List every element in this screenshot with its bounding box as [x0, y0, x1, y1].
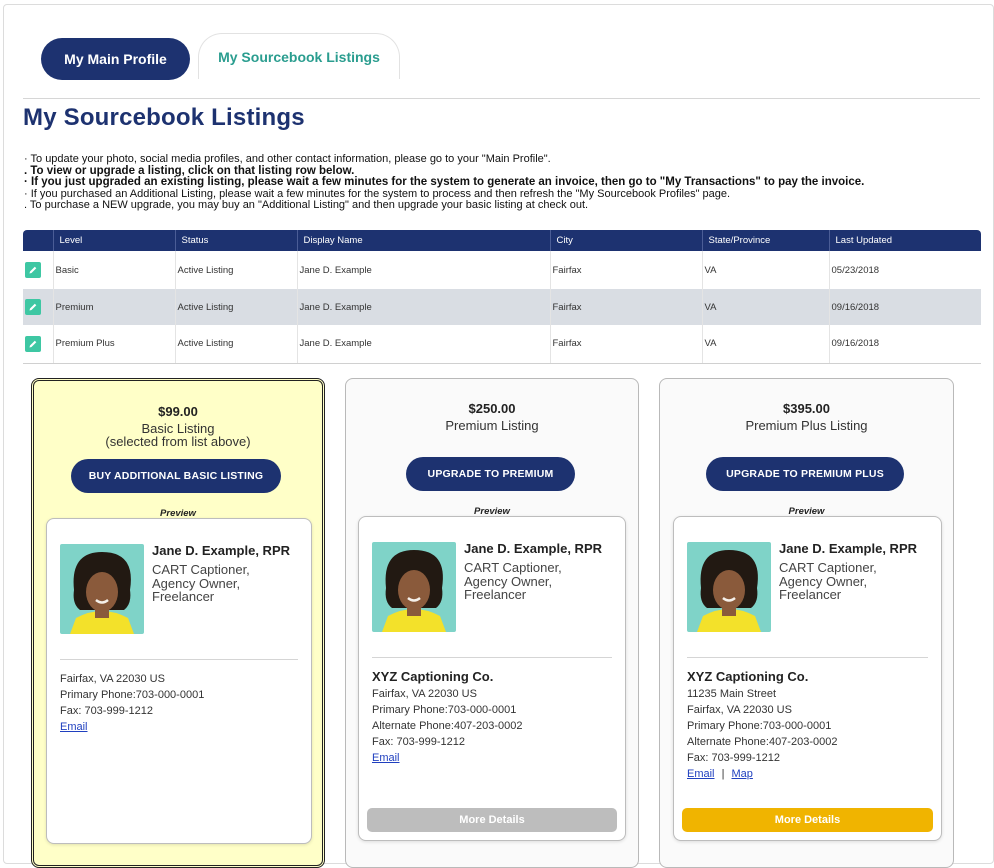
page-title: My Sourcebook Listings [23, 104, 305, 131]
tab-divider [23, 98, 980, 99]
table-header-last-updated: Last Updated [828, 230, 981, 251]
cell-city: Fairfax [549, 251, 702, 289]
profile-photo [372, 542, 456, 632]
preview-divider [372, 657, 612, 658]
address: Fairfax, VA 22030 US [372, 688, 477, 700]
cell-display-name: Jane D. Example [296, 325, 550, 364]
listing-level: Premium Plus Listing [745, 418, 868, 433]
preview-divider [687, 657, 928, 658]
edit-cell [23, 325, 53, 364]
alternate-phone: Alternate Phone:407-203-0002 [372, 720, 523, 732]
edit-pencil-icon[interactable] [25, 262, 41, 278]
cell-level: Premium [52, 289, 175, 325]
alternate-phone: Alternate Phone:407-203-0002 [687, 736, 838, 748]
contact-info: XYZ Captioning Co. 11235 Main Street Fai… [687, 669, 837, 782]
address: Fairfax, VA 22030 US [60, 673, 165, 685]
email-link[interactable]: Email [372, 752, 400, 764]
email-link[interactable]: Email [687, 768, 715, 780]
cell-level: Basic [52, 251, 175, 289]
instruction-line: . To purchase a NEW upgrade, you may buy… [24, 199, 589, 211]
cell-city: Fairfax [549, 325, 702, 364]
buy-additional-basic-button[interactable]: BUY ADDITIONAL BASIC LISTING [71, 459, 281, 493]
cell-last-updated: 09/16/2018 [828, 289, 981, 325]
fax: Fax: 703-999-1212 [687, 752, 780, 764]
price: $99.00 [158, 404, 198, 419]
cell-last-updated: 09/16/2018 [828, 325, 981, 364]
premium-plus-listing-card: $395.00 Premium Plus Listing UPGRADE TO … [659, 378, 954, 868]
cell-state: VA [701, 325, 829, 364]
street-address: 11235 Main Street [687, 688, 777, 700]
tab-sourcebook-listings[interactable]: My Sourcebook Listings [198, 33, 400, 79]
listings-table: Level Status Display Name City State/Pro… [23, 230, 981, 364]
cell-display-name: Jane D. Example [296, 289, 550, 325]
instruction-line: · If you just upgraded an existing listi… [24, 176, 865, 188]
listing-level: Premium Listing [445, 418, 539, 433]
table-header-level: Level [52, 230, 175, 251]
profile-roles: CART Captioner, Agency Owner, Freelancer [779, 560, 877, 602]
company-name: XYZ Captioning Co. [372, 669, 494, 684]
profile-roles: CART Captioner, Agency Owner, Freelancer [464, 560, 562, 602]
preview-divider [60, 659, 298, 660]
profile-roles: CART Captioner, Agency Owner, Freelancer [152, 562, 250, 604]
edit-pencil-icon[interactable] [25, 335, 41, 352]
table-header-edit [23, 230, 53, 251]
tab-main-profile[interactable]: My Main Profile [41, 38, 190, 80]
more-details-button[interactable]: More Details [682, 808, 933, 832]
email-link[interactable]: Email [60, 721, 88, 733]
price: $395.00 [783, 401, 830, 416]
profile-name: Jane D. Example, RPR [779, 541, 917, 556]
table-header-state: State/Province [701, 230, 829, 251]
instructions: · To update your photo, social media pro… [24, 153, 964, 212]
company-name: XYZ Captioning Co. [687, 669, 809, 684]
instruction-line: · To update your photo, social media pro… [24, 153, 551, 165]
address: Fairfax, VA 22030 US [687, 704, 792, 716]
table-header-row: Level Status Display Name City State/Pro… [23, 230, 981, 251]
price: $250.00 [468, 401, 516, 416]
cell-status: Active Listing [174, 251, 297, 289]
table-header-city: City [549, 230, 702, 251]
table-row[interactable]: Premium Plus Active Listing Jane D. Exam… [23, 325, 981, 364]
table-header-display-name: Display Name [296, 230, 550, 251]
upgrade-to-premium-button[interactable]: UPGRADE TO PREMIUM [406, 457, 575, 491]
profile-name: Jane D. Example, RPR [152, 543, 290, 558]
map-link[interactable]: Map [732, 768, 753, 780]
edit-cell [23, 289, 53, 325]
link-separator: | [721, 768, 725, 780]
profile-preview: Jane D. Example, RPR CART Captioner, Age… [358, 516, 626, 841]
table-header-status: Status [174, 230, 297, 251]
more-details-button[interactable]: More Details [367, 808, 617, 832]
primary-phone: Primary Phone:703-000-0001 [372, 704, 517, 716]
cell-level: Premium Plus [52, 325, 175, 364]
cell-last-updated: 05/23/2018 [828, 251, 981, 289]
cell-state: VA [701, 251, 829, 289]
fax: Fax: 703-999-1212 [60, 705, 153, 717]
table-row[interactable]: Basic Active Listing Jane D. Example Fai… [23, 251, 981, 289]
edit-pencil-icon[interactable] [25, 299, 41, 315]
fax: Fax: 703-999-1212 [372, 736, 465, 748]
profile-name: Jane D. Example, RPR [464, 541, 602, 556]
profile-photo [687, 542, 771, 632]
basic-listing-card: $99.00 Basic Listing (selected from list… [31, 378, 325, 868]
table-row[interactable]: Premium Active Listing Jane D. Example F… [23, 289, 981, 325]
cell-display-name: Jane D. Example [296, 251, 550, 289]
premium-listing-card: $250.00 Premium Listing UPGRADE TO PREMI… [345, 378, 639, 868]
cell-city: Fairfax [549, 289, 702, 325]
profile-preview: Jane D. Example, RPR CART Captioner, Age… [673, 516, 942, 841]
cell-status: Active Listing [174, 325, 297, 364]
listing-level: Basic Listing (selected from list above) [34, 422, 322, 448]
selected-note: (selected from list above) [105, 434, 251, 449]
primary-phone: Primary Phone:703-000-0001 [687, 720, 832, 732]
cell-state: VA [701, 289, 829, 325]
profile-preview: Jane D. Example, RPR CART Captioner, Age… [46, 518, 312, 844]
edit-cell [23, 251, 53, 289]
primary-phone: Primary Phone:703-000-0001 [60, 689, 205, 701]
upgrade-to-premium-plus-button[interactable]: UPGRADE TO PREMIUM PLUS [706, 457, 904, 491]
contact-info: XYZ Captioning Co. Fairfax, VA 22030 US … [372, 669, 522, 766]
profile-photo [60, 544, 144, 634]
cell-status: Active Listing [174, 289, 297, 325]
contact-info: Fairfax, VA 22030 US Primary Phone:703-0… [60, 671, 204, 735]
